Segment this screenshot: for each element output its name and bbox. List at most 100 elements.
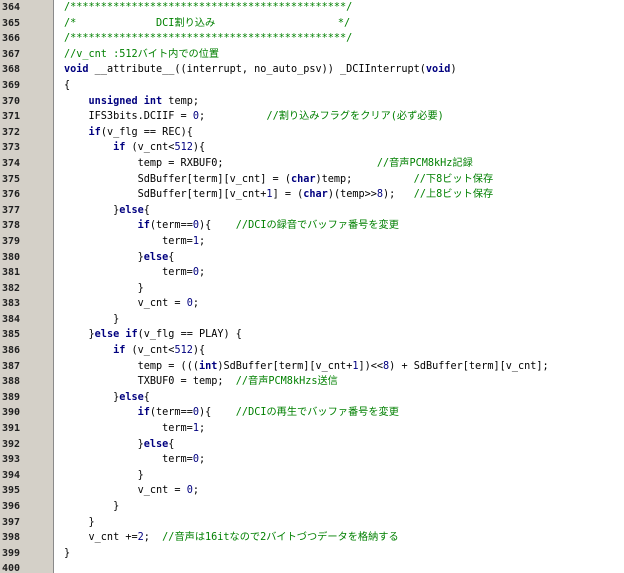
line-number: 367 <box>2 48 21 60</box>
code-line: 397 } <box>0 515 624 531</box>
code-content[interactable]: }else if(v_flg == PLAY) { <box>64 327 242 343</box>
code-content[interactable]: SdBuffer[term][v_cnt+1] = (char)(temp>>8… <box>64 187 494 203</box>
code-content[interactable]: } <box>64 546 70 562</box>
code-keyword: if <box>125 329 138 341</box>
code-text: { <box>143 204 150 216</box>
code-content[interactable]: v_cnt = 0; <box>64 483 199 499</box>
code-editor[interactable]: 364 /************************************… <box>0 0 624 573</box>
code-content[interactable]: /***************************************… <box>64 0 352 16</box>
code-keyword: if <box>137 407 150 419</box>
code-text: SdBuffer[term][v_cnt]; <box>407 360 549 372</box>
line-number: 392 <box>2 438 21 450</box>
code-keyword: if <box>113 345 126 357</box>
code-content[interactable]: void __attribute__((interrupt, no_auto_p… <box>64 62 457 78</box>
code-line: 390 if(term==0){ //DCIの再生でバッファ番号を変更 <box>0 405 624 421</box>
code-text: temp; <box>186 376 236 388</box>
code-content[interactable]: } <box>64 515 95 531</box>
code-content[interactable]: v_cnt = 0; <box>64 296 199 312</box>
code-text: ){ <box>198 407 236 419</box>
line-number: 380 <box>2 251 21 263</box>
code-content[interactable]: term=0; <box>64 452 205 468</box>
code-content[interactable]: TXBUF0 = temp; //音声PCM8kHzs送信 <box>64 374 338 390</box>
code-number: 512 <box>174 345 193 357</box>
code-line: 395 v_cnt = 0; <box>0 483 624 499</box>
code-content[interactable]: }else{ <box>64 250 175 266</box>
code-content[interactable]: if (v_cnt<512){ <box>64 140 205 156</box>
code-line: 399} <box>0 546 624 562</box>
code-content[interactable]: temp = RXBUF0; //音声PCM8kHz記録 <box>64 156 473 172</box>
code-text: v_cnt <box>64 532 126 544</box>
code-text: ){ <box>198 220 236 232</box>
line-number: 394 <box>2 469 21 481</box>
code-content[interactable]: v_cnt +=2; //音声は16itなので2バイトづつデータを格納する <box>64 530 399 546</box>
code-line: 400 <box>0 561 624 573</box>
code-text: ]) <box>358 360 371 372</box>
code-content[interactable]: /* DCI割り込み */ <box>64 16 350 32</box>
code-text: PLAY) { <box>192 329 242 341</box>
code-keyword: int <box>143 95 163 107</box>
code-content[interactable]: unsigned int temp; <box>64 94 199 110</box>
code-text: } <box>64 516 95 528</box>
code-text: ); <box>383 189 414 201</box>
code-line: 369 { <box>0 78 624 94</box>
code-operator: += <box>125 532 138 544</box>
code-content[interactable]: if (v_cnt<512){ <box>64 343 205 359</box>
line-number: 386 <box>2 345 21 357</box>
code-comment: //音声は16itなので2バイトづつデータを格納する <box>162 532 399 544</box>
code-comment: //DCIの録音でバッファ番号を変更 <box>235 220 399 232</box>
code-keyword: else <box>119 391 144 403</box>
code-line: 373 if (v_cnt<512){ <box>0 140 624 156</box>
code-content[interactable]: IFS3bits.DCIIF = 0; //割り込みフラグをクリア(必ず必要) <box>64 109 444 125</box>
line-number: 397 <box>2 516 21 528</box>
code-text: (v_cnt <box>125 142 169 154</box>
line-number: 374 <box>2 157 21 169</box>
code-content[interactable]: term=1; <box>64 421 205 437</box>
code-content[interactable]: { <box>64 78 70 94</box>
code-lines: 364 /************************************… <box>0 0 624 573</box>
code-operator: == <box>180 407 193 419</box>
code-line: 378 if(term==0){ //DCIの録音でバッファ番号を変更 <box>0 218 624 234</box>
code-text: } <box>64 469 144 481</box>
line-number: 366 <box>2 33 21 45</box>
code-line: 377 }else{ <box>0 203 624 219</box>
code-text: { <box>143 391 150 403</box>
code-content[interactable]: } <box>64 281 144 297</box>
code-content[interactable]: if(v_flg == REC){ <box>64 125 193 141</box>
code-content[interactable]: term=0; <box>64 265 205 281</box>
code-comment: //上8ビット保存 <box>413 189 494 201</box>
line-number: 373 <box>2 142 21 154</box>
code-line: 368 void __attribute__((interrupt, no_aut… <box>0 62 624 78</box>
code-content[interactable]: }else{ <box>64 437 175 453</box>
code-content[interactable]: if(term==0){ //DCIの録音でバッファ番号を変更 <box>64 218 399 234</box>
line-number: 369 <box>2 79 21 91</box>
code-line: 388 TXBUF0 = temp; //音声PCM8kHzs送信 <box>0 374 624 390</box>
line-number: 377 <box>2 204 21 216</box>
line-number: 395 <box>2 485 21 497</box>
code-comment: //DCIの再生でバッファ番号を変更 <box>235 407 399 419</box>
code-content[interactable]: term=1; <box>64 234 205 250</box>
code-content[interactable]: } <box>64 312 119 328</box>
code-number: 512 <box>174 142 193 154</box>
code-content[interactable]: if(term==0){ //DCIの再生でバッファ番号を変更 <box>64 405 399 421</box>
code-content[interactable]: temp = (((int)SdBuffer[term][v_cnt+1])<<… <box>64 359 549 375</box>
code-line: 381 term=0; <box>0 265 624 281</box>
code-line: 385 }else if(v_flg == PLAY) { <box>0 327 624 343</box>
code-content[interactable]: } <box>64 499 119 515</box>
code-text: ; <box>192 485 199 497</box>
code-content[interactable]: //v_cnt :512バイト内での位置 <box>64 47 219 63</box>
line-number: 372 <box>2 126 21 138</box>
code-text: ){ <box>192 142 206 154</box>
code-content[interactable]: }else{ <box>64 203 150 219</box>
code-content[interactable]: } <box>64 468 144 484</box>
code-content[interactable]: /***************************************… <box>64 31 352 47</box>
line-number: 365 <box>2 17 21 29</box>
code-text: ; <box>198 235 206 247</box>
code-text: term <box>64 454 187 466</box>
line-number: 385 <box>2 329 21 341</box>
code-line: 379 term=1; <box>0 234 624 250</box>
code-text: v_cnt <box>64 298 175 310</box>
code-content[interactable]: }else{ <box>64 390 150 406</box>
code-content[interactable]: SdBuffer[term][v_cnt] = (char)temp; //下8… <box>64 172 494 188</box>
